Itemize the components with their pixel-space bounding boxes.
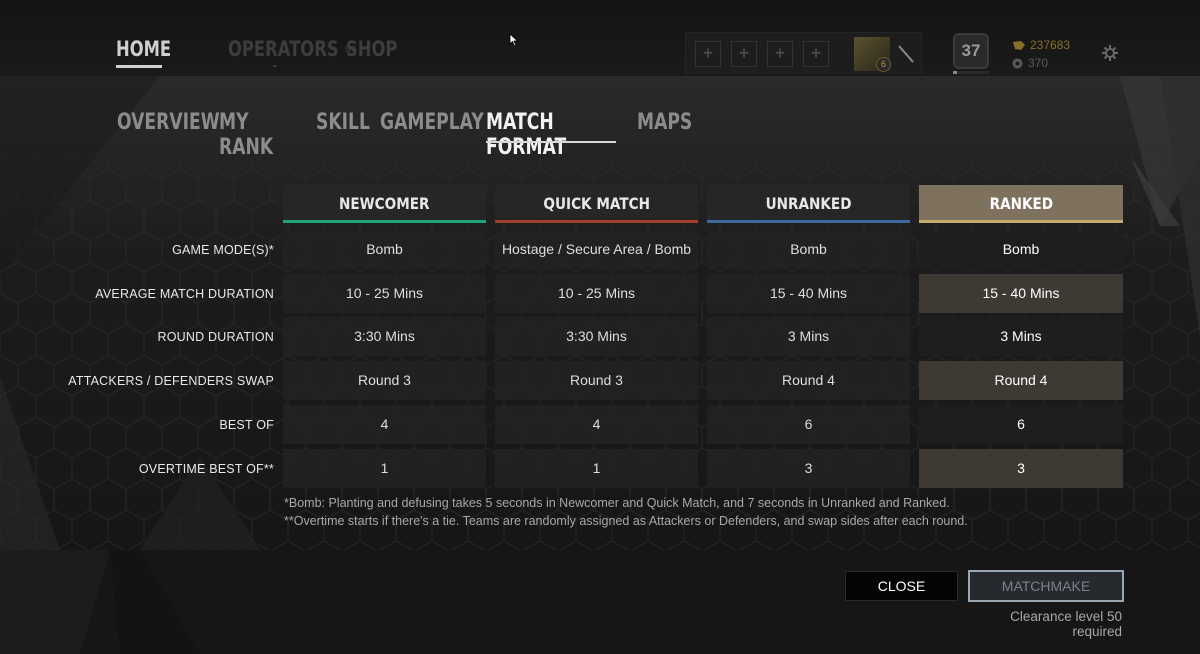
table-cell: 1 [495, 449, 698, 488]
table-cell: 3 Mins [707, 317, 910, 356]
tab-match-format[interactable]: MATCH FORMAT [486, 110, 604, 160]
squad-panel: + + + + 6 [685, 32, 922, 74]
column-header-label: RANKED [989, 194, 1053, 213]
column-header-label: NEWCOMER [339, 194, 430, 213]
close-button[interactable]: CLOSE [845, 571, 958, 601]
column-accent-bar [495, 220, 698, 223]
table-cell: Hostage / Secure Area / Bomb [495, 230, 698, 269]
gear-icon[interactable] [1099, 42, 1121, 64]
table-cell: 6 [707, 405, 910, 444]
tab-overview[interactable]: OVERVIEW [117, 110, 220, 142]
operator-rank-badge: 6 [876, 57, 891, 72]
row-label-attackers-defenders-swap: ATTACKERS / DEFENDERS SWAP [68, 374, 274, 388]
table-cell-ranked: Round 4 [919, 361, 1123, 400]
tab-my-rank[interactable]: MY RANK [219, 110, 295, 160]
table-cell-ranked: 15 - 40 Mins [919, 274, 1123, 313]
match-format-panel: OVERVIEW MY RANK SKILL GAMEPLAY MATCH FO… [0, 76, 1200, 550]
row-label-overtime-best-of: OVERTIME BEST OF** [138, 462, 274, 476]
table-cell: Round 4 [707, 361, 910, 400]
nav-operators[interactable]: OPERATORS [228, 37, 339, 67]
column-header-ranked: RANKED [919, 185, 1123, 223]
column-header-quick-match: QUICK MATCH [495, 185, 698, 223]
tab-gameplay[interactable]: GAMEPLAY [380, 110, 484, 142]
table-cell: 4 [283, 405, 486, 444]
squad-slot-plus-icon[interactable]: + [767, 41, 793, 67]
tab-skill[interactable]: SKILL [316, 110, 370, 142]
operator-portrait[interactable]: 6 [854, 37, 891, 72]
active-tab-underline [486, 141, 616, 143]
weapon-icon [898, 45, 914, 63]
table-cell: 10 - 25 Mins [495, 274, 698, 313]
table-cell: 3 [707, 449, 910, 488]
row-label-game-modes: GAME MODE(S)* [172, 243, 274, 257]
table-cell-ranked: Bomb [919, 230, 1123, 269]
table-cell: Bomb [283, 230, 486, 269]
footnote-overtime: **Overtime starts if there's a tie. Team… [284, 514, 968, 528]
squad-slot-plus-icon[interactable]: + [731, 41, 757, 67]
sub-tabs: OVERVIEW MY RANK SKILL GAMEPLAY MATCH FO… [117, 110, 697, 160]
column-header-unranked: UNRANKED [707, 185, 910, 223]
row-label-best-of: BEST OF [219, 418, 274, 432]
renown-display: 370 [1012, 56, 1048, 70]
main-nav: HOME OPERATORS SHOP [116, 37, 436, 68]
table-cell-ranked: 6 [919, 405, 1123, 444]
table-cell: 3:30 Mins [495, 317, 698, 356]
table-cell: 10 - 25 Mins [283, 274, 486, 313]
table-cell-ranked: 3 [919, 449, 1123, 488]
credits-display: 237683 [1012, 38, 1070, 52]
squad-slot-plus-icon[interactable]: + [695, 41, 721, 67]
top-bar: HOME OPERATORS SHOP 5/6 + + + + 6 37 237… [0, 0, 1200, 76]
footnote-bomb: *Bomb: Planting and defusing takes 5 sec… [284, 496, 950, 510]
nav-shop[interactable]: SHOP [346, 37, 416, 61]
matchmake-button[interactable]: MATCHMAKE [968, 570, 1124, 602]
row-label-average-match-duration: AVERAGE MATCH DURATION [95, 287, 274, 301]
table-cell: Round 3 [495, 361, 698, 400]
row-label-round-duration: ROUND DURATION [157, 330, 274, 344]
column-accent-bar [707, 220, 910, 223]
player-level-badge[interactable]: 37 [953, 33, 989, 69]
mouse-cursor-icon [509, 33, 519, 47]
credits-icon [1013, 40, 1025, 50]
table-cell: 15 - 40 Mins [707, 274, 910, 313]
renown-icon [1012, 58, 1023, 68]
shop-badge: 5/6 [345, 45, 357, 54]
column-header-newcomer: NEWCOMER [283, 185, 486, 223]
credits-value: 237683 [1030, 38, 1071, 52]
column-accent-bar [919, 220, 1123, 223]
column-accent-bar [283, 220, 486, 223]
table-cell: 1 [283, 449, 486, 488]
table-cell: 3:30 Mins [283, 317, 486, 356]
table-cell-ranked: 3 Mins [919, 317, 1123, 356]
table-cell: Bomb [707, 230, 910, 269]
table-cell: Round 3 [283, 361, 486, 400]
level-progress-bar [953, 71, 989, 74]
squad-slot-plus-icon[interactable]: + [803, 41, 829, 67]
nav-home-underline [116, 65, 162, 68]
column-header-label: UNRANKED [765, 194, 852, 213]
renown-value: 370 [1028, 56, 1049, 70]
clearance-requirement-text: Clearance level 50 required [1010, 609, 1122, 639]
tab-maps[interactable]: MAPS [637, 110, 692, 142]
column-header-label: QUICK MATCH [543, 194, 650, 213]
nav-home[interactable]: HOME [116, 37, 186, 61]
table-cell: 4 [495, 405, 698, 444]
